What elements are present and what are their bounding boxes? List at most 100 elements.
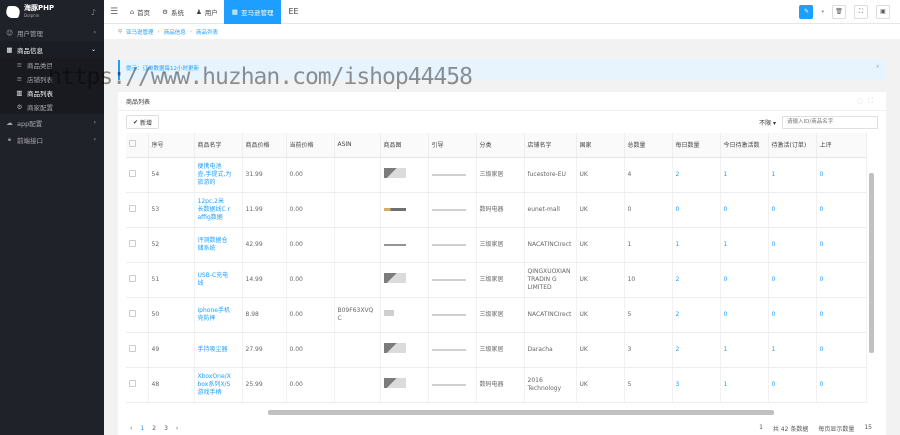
cell-name[interactable]: XboxOne/X box系列X/S 游戏手柄	[194, 367, 243, 403]
table-row[interactable]: 54 便携电池 壶,手提式,为 旅游的 31.99 0.00 三级家居 fucestore…	[126, 157, 867, 193]
table-row[interactable]: 50 iphone手机 壳防摔 8.98 0.00 B09F63XVQ C 三级家居 NAC…	[126, 297, 867, 333]
cell-c1[interactable]: 1	[720, 227, 769, 263]
column-header[interactable]: 引导	[428, 133, 477, 158]
tab-user[interactable]: ♟ 用户	[190, 0, 224, 24]
row-checkbox[interactable]	[126, 192, 149, 228]
cell-name[interactable]: iphone手机 壳防摔	[194, 297, 243, 333]
trash-icon[interactable]: 🗑	[832, 4, 846, 19]
search-input[interactable]	[782, 115, 878, 129]
sidebar-item-goods[interactable]: ▦ 商品信息 ⌄	[0, 41, 104, 58]
expand-icon[interactable]: ⛶	[868, 97, 878, 105]
cell-c3[interactable]: 0	[816, 332, 867, 368]
column-header[interactable]: 店铺名字	[524, 133, 577, 158]
cell-name[interactable]: 手持吸尘器	[194, 332, 243, 368]
column-header[interactable]: 总数量	[624, 133, 673, 158]
tab-system[interactable]: ⚙ 系统	[156, 0, 190, 24]
row-checkbox[interactable]	[126, 227, 149, 263]
edit-icon[interactable]: ✎	[799, 4, 814, 19]
row-checkbox[interactable]	[126, 367, 149, 403]
column-header[interactable]: ASIN	[334, 133, 381, 158]
cell-daily[interactable]: 0	[672, 192, 721, 228]
column-header[interactable]: 商品图	[380, 133, 429, 158]
cell-daily[interactable]: 1	[672, 227, 721, 263]
cell-c3[interactable]: 0	[816, 157, 867, 193]
cell-c1[interactable]: 1	[720, 367, 769, 403]
breadcrumb-item[interactable]: 亚马逊管理	[126, 28, 154, 36]
menu-toggle-icon[interactable]: ☰	[104, 7, 124, 17]
column-header[interactable]: 今日待激活数	[720, 133, 769, 158]
cell-c2[interactable]: 0	[768, 367, 817, 403]
cell-c1[interactable]: 0	[720, 262, 769, 298]
cell-c1[interactable]: 0	[720, 297, 769, 333]
row-checkbox[interactable]	[126, 157, 149, 193]
cell-c3[interactable]: 0	[816, 367, 867, 403]
sidebar-item-users[interactable]: ☺ 用户管理 ›	[0, 24, 104, 41]
cell-c2[interactable]: 0	[768, 192, 817, 228]
column-header[interactable]: 商品价格	[242, 133, 287, 158]
page-button[interactable]: 1	[140, 425, 144, 432]
column-header[interactable]: 每日数量	[672, 133, 721, 158]
cell-c2[interactable]: 0	[768, 262, 817, 298]
sidebar-item-app-config[interactable]: ☁ app配置 ›	[0, 114, 104, 131]
fullscreen-icon[interactable]: ⛶	[854, 4, 868, 19]
page-button[interactable]: 2	[152, 425, 156, 432]
cell-daily[interactable]: 2	[672, 332, 721, 368]
row-checkbox[interactable]	[126, 332, 149, 368]
cell-daily[interactable]: 2	[672, 157, 721, 193]
next-page-button[interactable]: ›	[176, 425, 178, 432]
collapse-icon[interactable]: ◌	[857, 97, 868, 105]
table-row[interactable]: 51 USB-C充电 线 14.99 0.00 三级家居 QINGXUOXIAN TRAD…	[126, 262, 867, 298]
vertical-scrollbar[interactable]	[869, 173, 874, 353]
cell-c3[interactable]: 0	[816, 262, 867, 298]
cell-c2[interactable]: 1	[768, 332, 817, 368]
row-checkbox[interactable]	[126, 297, 149, 333]
column-header[interactable]: 待激活(订单)	[768, 133, 817, 158]
page-size-select[interactable]: 15	[864, 424, 872, 433]
add-button[interactable]: ✔ 新增	[126, 115, 160, 129]
cell-daily[interactable]: 3	[672, 367, 721, 403]
cell-c3[interactable]: 0	[816, 227, 867, 263]
cell-c1[interactable]: 1	[720, 157, 769, 193]
column-header[interactable]: 商品名字	[194, 133, 243, 158]
cell-c2[interactable]: 0	[768, 227, 817, 263]
table-row[interactable]: 53 12pc,2米 长数据线C r affig数据 11.99 0.00 数码电器 eu…	[126, 192, 867, 228]
filter-select[interactable]: 不限 ▾	[759, 118, 776, 127]
table-row[interactable]: 52 评测数据仓 储系统 42.99 0.00 三级家居 NACATINCIrect UK 1…	[126, 227, 867, 263]
prev-page-button[interactable]: ‹	[130, 425, 132, 432]
table-row[interactable]: 48 XboxOne/X box系列X/S 游戏手柄 25.99 0.00 数码电器 20…	[126, 367, 867, 403]
row-checkbox[interactable]	[126, 262, 149, 298]
cell-daily[interactable]: 2	[672, 297, 721, 333]
profile-icon[interactable]: ▣	[876, 4, 890, 19]
logo[interactable]: 海豚PHP Dolphin ♪	[0, 0, 104, 24]
cell-daily[interactable]: 2	[672, 262, 721, 298]
cell-name[interactable]: USB-C充电 线	[194, 262, 243, 298]
column-header[interactable]: 序号	[148, 133, 195, 158]
cell-c2[interactable]: 0	[768, 297, 817, 333]
column-header[interactable]: 当前价格	[286, 133, 335, 158]
cell-name[interactable]: 12pc,2米 长数据线C r affig数据	[194, 192, 243, 228]
select-all-checkbox[interactable]	[126, 133, 149, 158]
column-header[interactable]: 上评	[816, 133, 867, 158]
cell-c3[interactable]: 0	[816, 297, 867, 333]
horizontal-scrollbar[interactable]	[268, 410, 774, 415]
tab-amazon[interactable]: ▦ 亚马逊管理	[223, 0, 282, 24]
breadcrumb-item[interactable]: 商品信息	[164, 28, 186, 36]
column-header[interactable]: 国家	[576, 133, 625, 158]
close-icon[interactable]: ×	[875, 64, 880, 70]
bell-icon[interactable]: ♪	[91, 8, 96, 17]
sidebar-item-frontend-api[interactable]: ⚭ 前端接口 ›	[0, 131, 104, 148]
page-button[interactable]: 3	[164, 425, 168, 432]
column-header[interactable]: 分类	[476, 133, 525, 158]
goto-page-input[interactable]: 1	[759, 424, 763, 433]
chevron-down-icon[interactable]: ▾	[821, 9, 824, 15]
table-row[interactable]: 49 手持吸尘器 27.99 0.00 三级家居 Daracha UK 3 2 1 1 0	[126, 332, 867, 368]
cell-c2[interactable]: 1	[768, 157, 817, 193]
cell-c1[interactable]: 0	[720, 192, 769, 228]
sidebar-subitem-merchant-config[interactable]: ⚙ 商家配置	[0, 100, 104, 114]
tab-home[interactable]: ⌂ 首页	[124, 0, 156, 24]
cell-c3[interactable]: 0	[816, 192, 867, 228]
cell-c1[interactable]: 1	[720, 332, 769, 368]
tab-extra[interactable]: EE	[281, 7, 305, 16]
breadcrumb-item[interactable]: 商品列表	[196, 28, 218, 36]
cell-name[interactable]: 便携电池 壶,手提式,为 旅游的	[194, 157, 243, 193]
